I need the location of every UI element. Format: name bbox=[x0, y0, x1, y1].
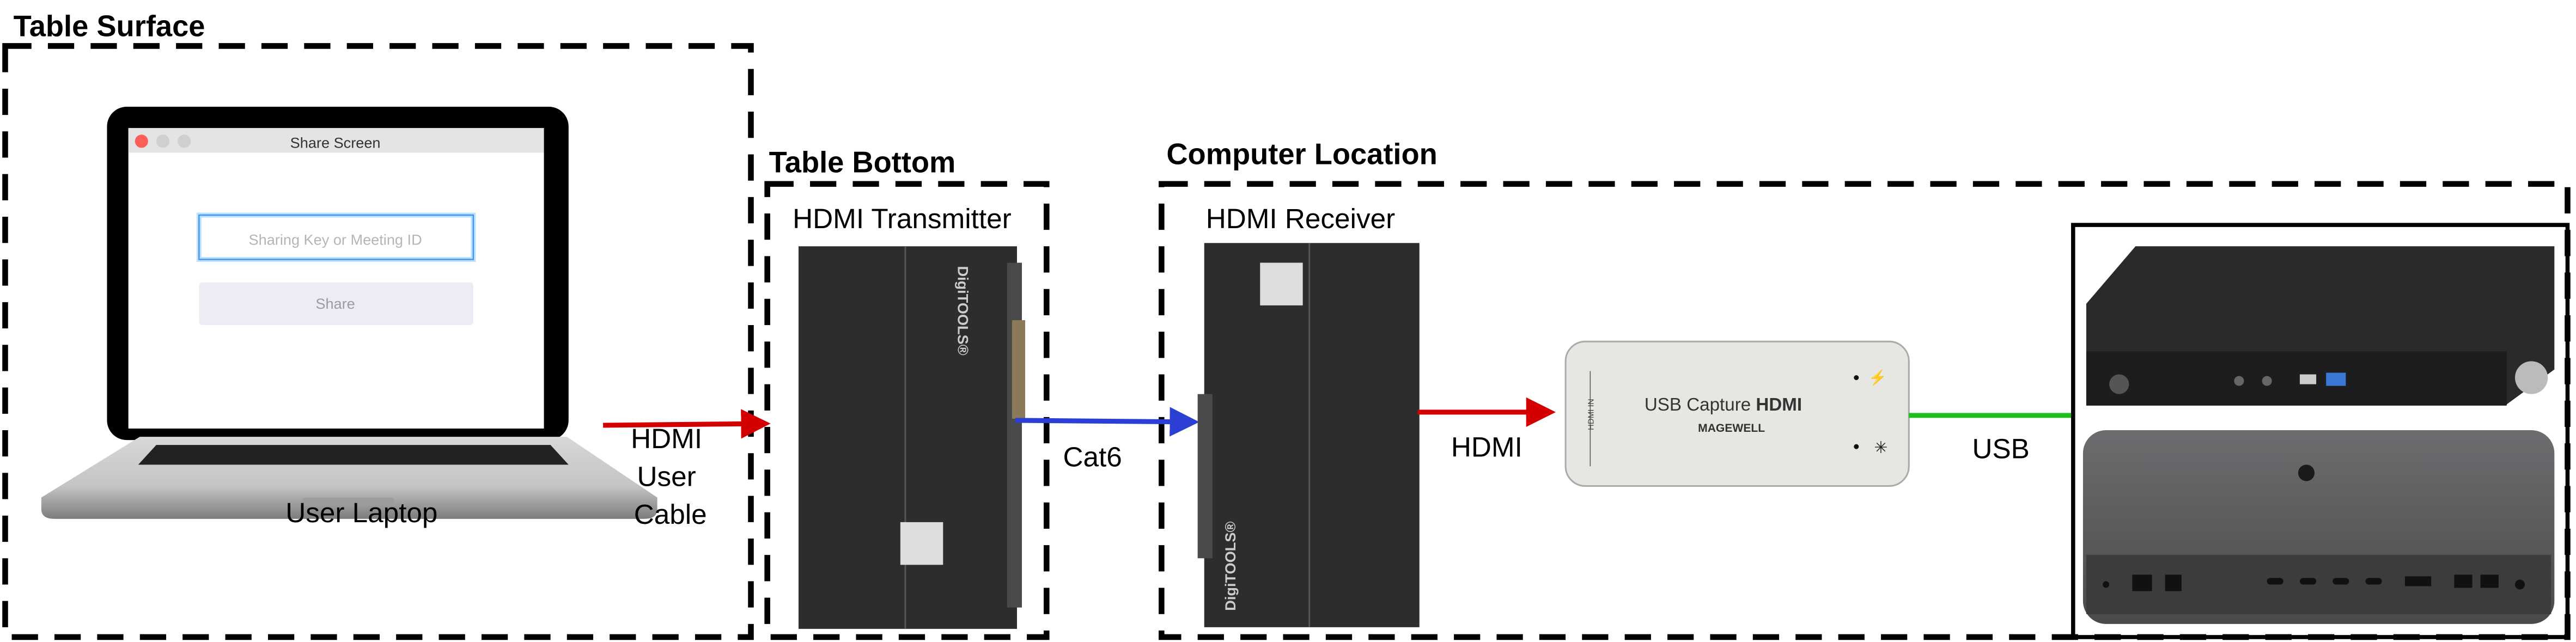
status-light-icon: ✳ bbox=[1874, 439, 1887, 457]
hdmi-receiver: DigiTOOLS® bbox=[1197, 243, 1420, 627]
dell-logo bbox=[2514, 361, 2548, 394]
capture-title: USB Capture HDMI bbox=[1645, 395, 1802, 415]
hdmi-label: HDMI bbox=[1451, 431, 1523, 462]
user-laptop: Share Screen Sharing Key or Meeting ID S… bbox=[41, 106, 657, 528]
kramer-logo bbox=[1260, 262, 1303, 305]
power-icon: ⚡ bbox=[1868, 369, 1887, 387]
input-placeholder: Sharing Key or Meeting ID bbox=[249, 231, 422, 248]
minimize-window-icon[interactable] bbox=[156, 134, 170, 148]
cable-label: HDMI User Cable bbox=[631, 423, 710, 530]
usb-capture-device: HDMI IN USB Capture HDMI MAGEWELL ⚡ ✳ bbox=[1564, 340, 1910, 487]
brand-text: DigiTOOLS® bbox=[1222, 522, 1239, 611]
power-led bbox=[1854, 375, 1859, 381]
zone-title: Computer Location bbox=[1166, 138, 1437, 171]
brand-text: DigiTOOLS® bbox=[954, 266, 971, 355]
cat6-cable bbox=[1015, 407, 1199, 437]
close-window-icon[interactable] bbox=[135, 134, 148, 148]
zone-title: Table Surface bbox=[14, 9, 205, 42]
window-title: Share Screen bbox=[290, 134, 381, 151]
cat6-label: Cat6 bbox=[1063, 441, 1122, 472]
port-label: HDMI IN bbox=[1586, 399, 1595, 430]
zone-title: Table Bottom bbox=[769, 146, 956, 179]
apple-logo bbox=[2298, 464, 2315, 481]
share-screen-window bbox=[128, 128, 544, 429]
usb-label: USB bbox=[1972, 433, 2029, 464]
mac-mini bbox=[2082, 430, 2555, 624]
transmitter-label: HDMI Transmitter bbox=[793, 203, 1012, 234]
dell-mini-pc bbox=[2086, 246, 2555, 406]
hdmi-transmitter: DigiTOOLS® bbox=[798, 246, 1026, 629]
status-led bbox=[1854, 444, 1859, 449]
av-setup-diagram: Table Surface Table Bottom Computer Loca… bbox=[2, 9, 2571, 640]
receiver-label: HDMI Receiver bbox=[1206, 203, 1395, 234]
capture-brand: MAGEWELL bbox=[1698, 422, 1765, 435]
laptop-label: User Laptop bbox=[285, 497, 437, 528]
share-button-label: Share bbox=[315, 295, 355, 312]
kramer-logo bbox=[900, 522, 943, 565]
maximize-window-icon[interactable] bbox=[178, 134, 191, 148]
